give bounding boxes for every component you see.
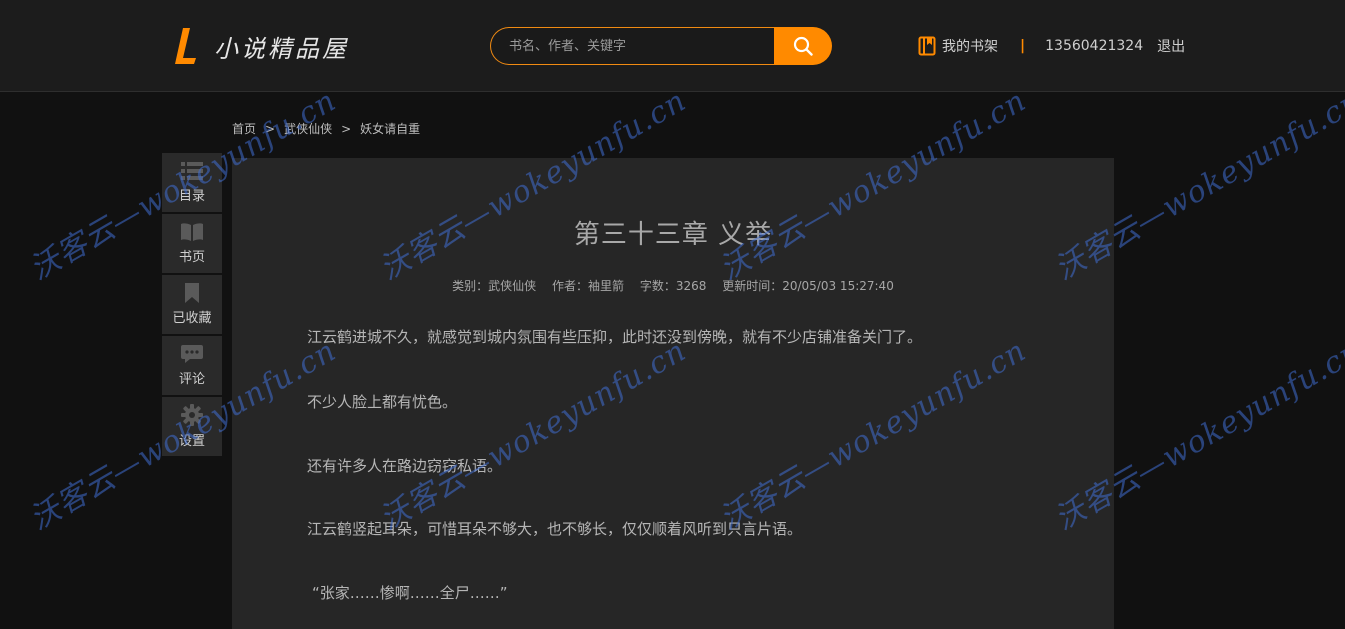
bookshelf-link[interactable]: 我的书架 (918, 36, 998, 56)
header-separator: | (1020, 38, 1026, 54)
chapter-meta: 类别：武侠仙侠 作者：袖里箭 字数：3268 更新时间：20/05/03 15:… (232, 277, 1114, 294)
toolbar-bookpage-label: 书页 (178, 250, 205, 265)
breadcrumb-separator: > (341, 121, 352, 136)
toolbar-bookpage-button[interactable]: 书页 (162, 214, 222, 273)
chapter-updated-time: 更新时间：20/05/03 15:27:40 (722, 279, 894, 293)
breadcrumb: 首页 > 武侠仙侠 > 妖女请自重 (232, 120, 420, 137)
gear-icon (181, 404, 203, 426)
search-bar (490, 27, 832, 65)
chapter-category: 类别：武侠仙侠 (452, 279, 537, 293)
top-header: 小说精品屋 我的书架 | 13560421324 退出 (0, 0, 1345, 92)
logo-text: 小说精品屋 (214, 34, 349, 63)
breadcrumb-category[interactable]: 武侠仙侠 (284, 120, 332, 137)
toolbar-favorite-label: 已收藏 (172, 311, 212, 326)
bookshelf-icon (918, 36, 936, 56)
toolbar-settings-button[interactable]: 设置 (162, 397, 222, 456)
chapter-paragraph: 不少人脸上都有忧色。 (307, 393, 458, 411)
breadcrumb-home[interactable]: 首页 (232, 120, 256, 137)
breadcrumb-separator: > (265, 121, 276, 136)
chapter-author: 作者：袖里箭 (552, 279, 625, 293)
chapter-paragraph: 还有许多人在路边窃窃私语。 (307, 457, 503, 475)
chapter-word-count: 字数：3268 (639, 279, 707, 293)
chapter-paragraph: 江云鹤竖起耳朵，可惜耳朵不够大，也不够长，仅仅顺着风听到只言片语。 (307, 520, 803, 538)
reader-toolbar: 目录 书页 已收藏 评论 设置 (162, 153, 222, 458)
toolbar-favorite-button[interactable]: 已收藏 (162, 275, 222, 334)
user-phone[interactable]: 13560421324 (1045, 38, 1143, 54)
search-icon (793, 36, 813, 56)
chapter-content: 第三十三章 义举 类别：武侠仙侠 作者：袖里箭 字数：3268 更新时间：20/… (232, 158, 1114, 629)
comment-icon (181, 345, 203, 363)
user-area: 我的书架 | 13560421324 退出 (918, 35, 1185, 57)
chapter-paragraph: “张家……惨啊……全尸……” (312, 584, 508, 602)
breadcrumb-book[interactable]: 妖女请自重 (360, 120, 420, 137)
bookmark-icon (185, 283, 199, 303)
logo-l-icon (174, 26, 198, 66)
toolbar-settings-label: 设置 (178, 434, 205, 449)
search-input[interactable] (490, 27, 774, 65)
toolbar-catalog-button[interactable]: 目录 (162, 153, 222, 212)
list-icon (181, 162, 203, 180)
toolbar-catalog-label: 目录 (178, 189, 205, 204)
toolbar-comment-label: 评论 (178, 372, 205, 387)
toolbar-comment-button[interactable]: 评论 (162, 336, 222, 395)
site-logo[interactable]: 小说精品屋 (174, 26, 349, 66)
chapter-title: 第三十三章 义举 (573, 220, 773, 250)
book-icon (181, 223, 203, 241)
chapter-paragraph: 江云鹤进城不久，就感觉到城内氛围有些压抑，此时还没到傍晚，就有不少店铺准备关门了… (307, 328, 923, 346)
search-button[interactable] (774, 27, 832, 65)
bookshelf-label: 我的书架 (942, 39, 998, 55)
logout-link[interactable]: 退出 (1157, 36, 1185, 56)
